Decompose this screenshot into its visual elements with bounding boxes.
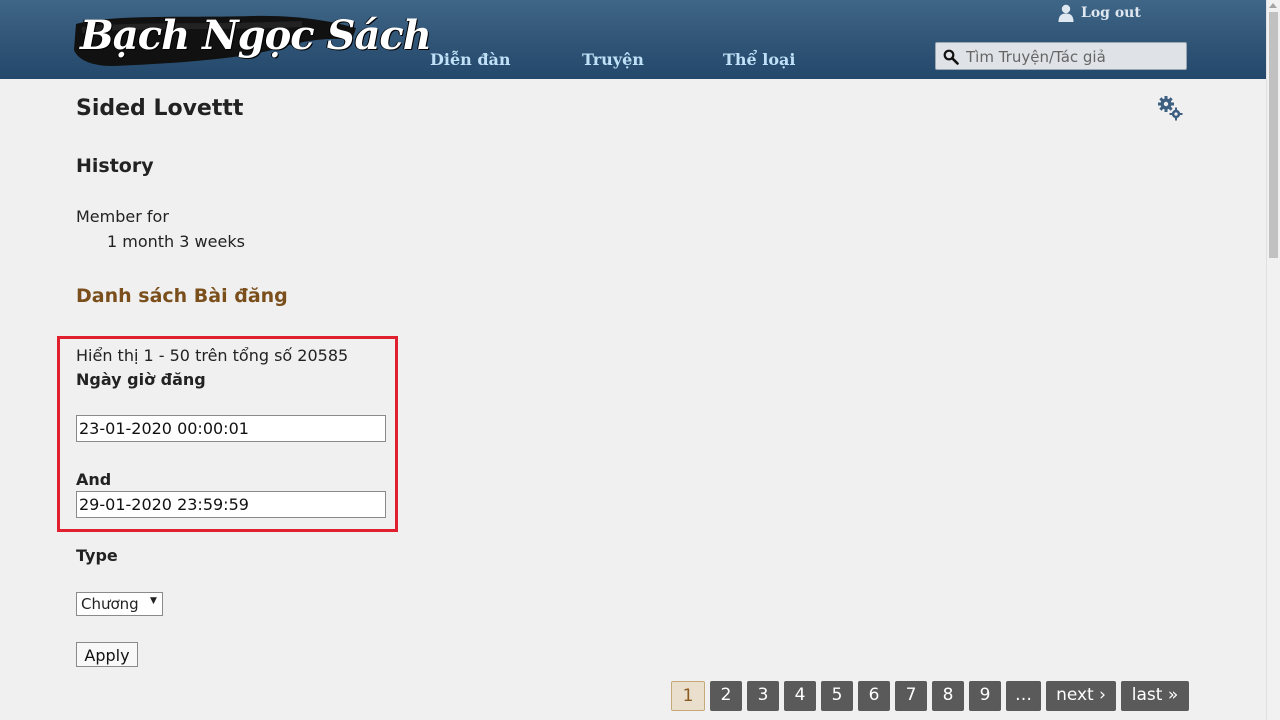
page-link[interactable]: 8 — [932, 681, 964, 711]
page-link[interactable]: 9 — [969, 681, 1001, 711]
page-link[interactable]: 4 — [784, 681, 816, 711]
scroll-up-arrow-icon[interactable] — [1269, 3, 1277, 8]
gear-icon[interactable] — [1157, 95, 1183, 121]
search-icon[interactable] — [943, 49, 959, 65]
date-from-input[interactable] — [76, 415, 386, 442]
type-select[interactable]: Chương ▼ — [76, 592, 163, 616]
page-link[interactable]: 3 — [747, 681, 779, 711]
page-link[interactable]: 7 — [895, 681, 927, 711]
apply-button[interactable]: Apply — [76, 642, 138, 667]
next-page-button[interactable]: next › — [1046, 681, 1116, 711]
posts-list-heading: Danh sách Bài đăng — [76, 285, 288, 307]
search-input[interactable] — [964, 45, 1186, 69]
type-label: Type — [76, 546, 118, 565]
page-link[interactable]: 2 — [710, 681, 742, 711]
and-label: And — [76, 470, 112, 489]
page-title: Sided Lovettt — [76, 96, 244, 121]
last-page-button[interactable]: last » — [1121, 681, 1189, 711]
logo-text: Bạch Ngọc Sách — [80, 12, 432, 59]
site-header: Bạch Ngọc Sách Log out Diễn đàn Truyện T… — [0, 0, 1266, 79]
member-for-label: Member for — [76, 207, 169, 226]
chevron-down-icon: ▼ — [150, 596, 157, 606]
nav-dien-dan[interactable]: Diễn đàn — [430, 50, 511, 69]
page-current[interactable]: 1 — [671, 681, 705, 711]
page-ellipsis[interactable]: … — [1006, 681, 1041, 711]
page-link[interactable]: 6 — [858, 681, 890, 711]
page-scrollbar[interactable] — [1266, 0, 1280, 720]
site-logo[interactable]: Bạch Ngọc Sách — [72, 6, 432, 72]
user-icon — [1058, 4, 1074, 22]
nav-the-loai[interactable]: Thể loại — [723, 50, 795, 69]
search-box — [935, 42, 1187, 70]
history-heading: History — [76, 155, 154, 177]
post-date-label: Ngày giờ đăng — [76, 370, 206, 389]
page-link[interactable]: 5 — [821, 681, 853, 711]
result-count-text: Hiển thị 1 - 50 trên tổng số 20585 — [76, 346, 349, 365]
scroll-thumb[interactable] — [1269, 12, 1278, 258]
logout-label: Log out — [1081, 5, 1141, 21]
member-for-value: 1 month 3 weeks — [107, 232, 245, 251]
date-to-input[interactable] — [76, 491, 386, 518]
type-select-value: Chương — [81, 595, 139, 613]
nav-truyen[interactable]: Truyện — [582, 50, 644, 69]
